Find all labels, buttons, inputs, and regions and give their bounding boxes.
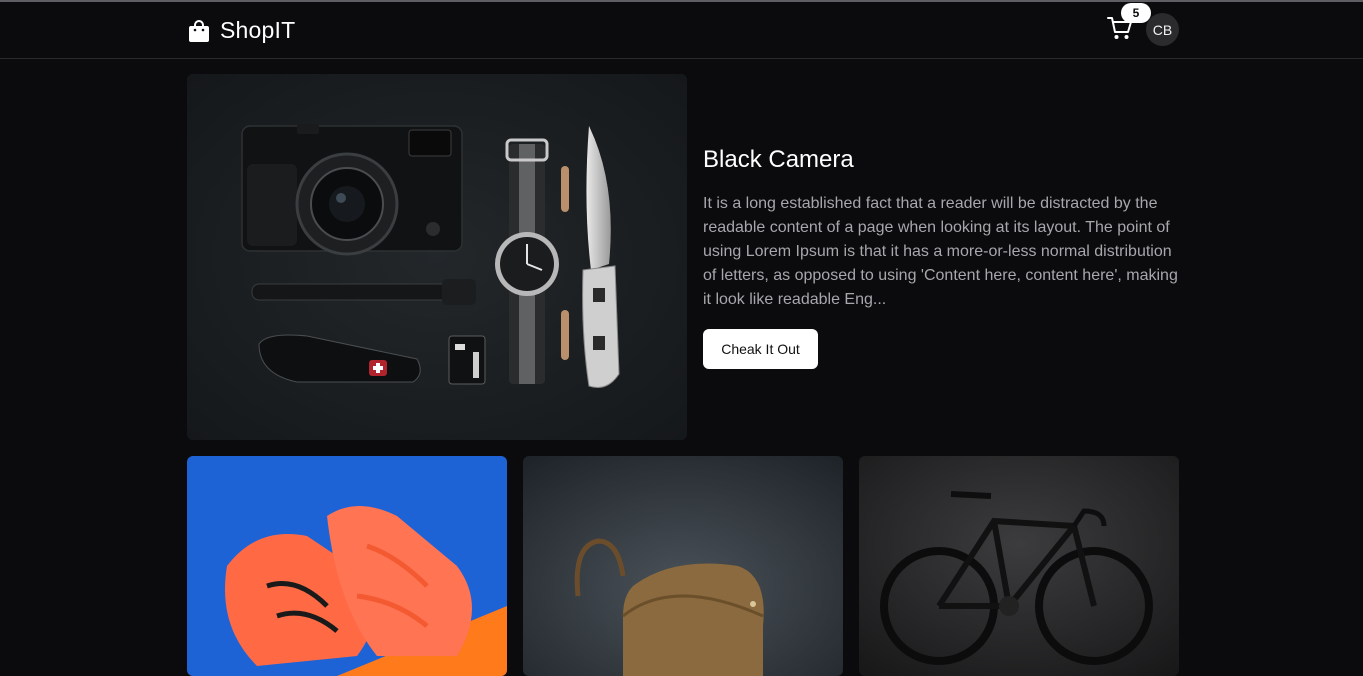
camera-shape <box>241 124 463 256</box>
brand-name: ShopIT <box>220 17 296 43</box>
sd-card-shape <box>448 335 486 385</box>
cart-icon <box>1106 17 1134 46</box>
cart-count-badge: 5 <box>1121 3 1151 23</box>
sneakers-image <box>187 456 507 676</box>
product-card-bike[interactable] <box>859 456 1179 676</box>
check-it-out-button[interactable]: Cheak It Out <box>703 329 818 369</box>
user-avatar[interactable]: CB <box>1146 13 1179 46</box>
bullet-shape <box>561 166 569 212</box>
hero-product-image[interactable] <box>187 74 687 440</box>
product-card-sneakers[interactable] <box>187 456 507 676</box>
hero-description: It is a long established fact that a rea… <box>703 195 1178 308</box>
road-bike-image <box>859 456 1179 676</box>
product-card-bag[interactable] <box>523 456 843 676</box>
bullet-shape <box>561 310 569 360</box>
brand[interactable]: ShopIT <box>188 17 295 44</box>
leather-bag-image <box>523 456 843 676</box>
hero-title: Black Camera <box>703 146 854 173</box>
shopping-bag-icon <box>188 19 210 43</box>
